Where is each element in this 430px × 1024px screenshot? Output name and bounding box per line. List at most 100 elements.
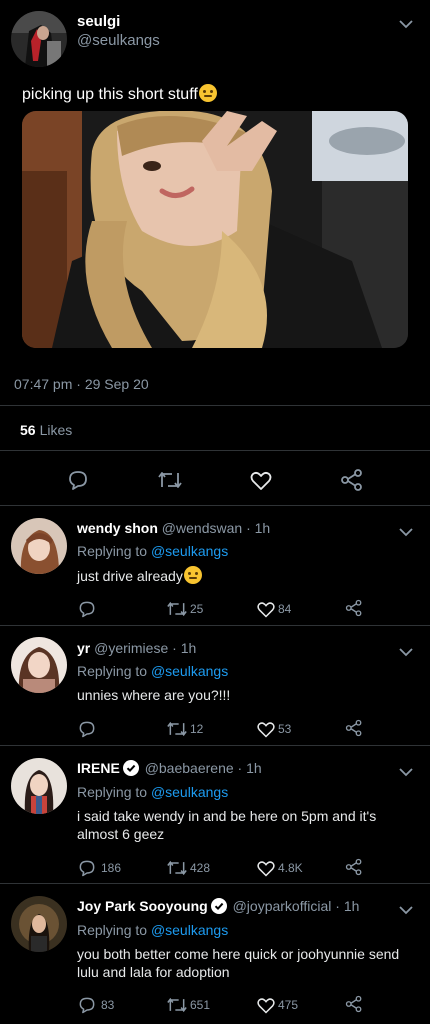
share-icon <box>341 469 362 491</box>
tweet-text: picking up this short stuff <box>22 84 217 104</box>
reply-icon <box>79 721 95 738</box>
like-button[interactable]: 4.8K <box>256 858 303 878</box>
reply-tweet[interactable]: wendy shon @wendswan · 1h Replying to @s… <box>0 506 430 626</box>
reply-display-name[interactable]: wendy shon <box>77 520 158 536</box>
share-icon <box>345 995 362 1013</box>
retweet-button[interactable]: 428 <box>166 858 210 878</box>
retweet-icon <box>167 997 187 1013</box>
chevron-down-icon[interactable] <box>398 764 414 780</box>
chevron-down-icon[interactable] <box>398 16 414 32</box>
reply-tweet[interactable]: Joy Park Sooyoung @joyparkofficial · 1h … <box>0 884 430 1024</box>
share-button[interactable] <box>345 719 363 737</box>
replying-to-label: Replying to <box>77 922 148 938</box>
like-button[interactable]: 475 <box>256 995 298 1015</box>
share-button[interactable] <box>345 599 363 617</box>
avatar-joy[interactable] <box>11 896 67 952</box>
handle[interactable]: @seulkangs <box>77 32 160 49</box>
tweet-photo[interactable] <box>22 111 408 348</box>
tweet-text-content: picking up this short stuff <box>22 86 198 103</box>
reply-display-name[interactable]: IRENE <box>77 760 120 776</box>
avatar-wendy[interactable] <box>11 518 67 574</box>
display-name[interactable]: seulgi <box>77 13 120 30</box>
reply-header: Joy Park Sooyoung @joyparkofficial · 1h <box>77 898 359 914</box>
share-button[interactable] <box>345 858 363 876</box>
reply-button[interactable]: 186 <box>77 858 121 878</box>
replying-to: Replying to @seulkangs <box>77 784 228 800</box>
share-icon <box>345 719 362 737</box>
like-count: 475 <box>278 998 299 1012</box>
reply-button[interactable] <box>77 719 97 739</box>
reply-icon <box>79 601 95 618</box>
verified-badge-icon <box>122 760 139 776</box>
retweet-button[interactable]: 651 <box>166 995 210 1015</box>
reply-button[interactable]: 83 <box>77 995 114 1015</box>
reply-button[interactable] <box>66 468 90 492</box>
reply-header: IRENE @baebaerene · 1h <box>77 760 262 776</box>
divider <box>0 450 430 451</box>
eye-roll-emoji-icon <box>198 84 217 102</box>
confounded-emoji-icon <box>183 566 202 584</box>
reply-count: 83 <box>101 998 115 1012</box>
share-button[interactable] <box>345 995 363 1013</box>
retweet-icon <box>167 601 187 617</box>
main-tweet: seulgi @seulkangs picking up this short … <box>0 0 430 506</box>
like-button[interactable]: 84 <box>256 599 291 619</box>
chevron-down-icon[interactable] <box>398 524 414 540</box>
avatar-irene[interactable] <box>11 758 67 814</box>
like-button[interactable] <box>249 468 273 492</box>
reply-text: unnies where are you?!!! <box>77 687 231 703</box>
replying-to: Replying to @seulkangs <box>77 922 228 938</box>
like-icon <box>250 471 272 490</box>
replying-to-mention[interactable]: @seulkangs <box>151 663 228 679</box>
retweet-button[interactable]: 12 <box>166 719 203 739</box>
reply-tweet[interactable]: yr @yerimiese · 1h Replying to @seulkang… <box>0 626 430 746</box>
share-icon <box>345 858 362 876</box>
tweet-timestamp: 07:47 pm · 29 Sep 20 <box>14 376 149 392</box>
retweet-icon <box>158 472 182 488</box>
verified-badge-icon <box>210 898 227 914</box>
divider <box>0 405 430 406</box>
like-count: 4.8K <box>278 861 303 875</box>
reply-display-name[interactable]: Joy Park Sooyoung <box>77 898 208 914</box>
reply-display-name[interactable]: yr <box>77 640 90 656</box>
retweet-count: 428 <box>190 861 211 875</box>
retweet-icon <box>167 721 187 737</box>
replying-to-label: Replying to <box>77 784 148 800</box>
like-icon <box>257 722 275 738</box>
reply-time: · 1h <box>246 520 271 536</box>
reply-text-content: just drive already <box>77 568 183 584</box>
replying-to-mention[interactable]: @seulkangs <box>151 784 228 800</box>
reply-icon <box>79 997 95 1014</box>
replying-to: Replying to @seulkangs <box>77 663 228 679</box>
like-button[interactable]: 53 <box>256 719 291 739</box>
chevron-down-icon[interactable] <box>398 644 414 660</box>
reply-text: you both better come here quick or joohy… <box>77 946 400 980</box>
retweet-icon <box>167 860 187 876</box>
avatar-seulgi[interactable] <box>11 11 67 67</box>
share-icon <box>345 599 362 617</box>
reply-handle[interactable]: @baebaerene <box>145 760 234 776</box>
reply-icon <box>69 471 87 490</box>
reply-handle[interactable]: @yerimiese <box>94 640 168 656</box>
retweet-count: 25 <box>190 602 204 616</box>
reply-handle[interactable]: @wendswan <box>162 520 242 536</box>
likes-summary[interactable]: 56 Likes <box>20 422 72 438</box>
share-button[interactable] <box>340 468 364 492</box>
reply-time: · 1h <box>335 898 360 914</box>
reply-button[interactable] <box>77 599 97 619</box>
replying-to-mention[interactable]: @seulkangs <box>151 543 228 559</box>
reply-text: just drive already <box>77 566 417 585</box>
replying-to: Replying to @seulkangs <box>77 543 228 559</box>
reply-tweet[interactable]: IRENE @baebaerene · 1h Replying to @seul… <box>0 746 430 884</box>
chevron-down-icon[interactable] <box>398 902 414 918</box>
replying-to-label: Replying to <box>77 663 148 679</box>
avatar-yr[interactable] <box>11 637 67 693</box>
reply-time: · 1h <box>237 760 262 776</box>
likes-count: 56 <box>20 422 36 438</box>
replying-to-mention[interactable]: @seulkangs <box>151 922 228 938</box>
retweet-button[interactable]: 25 <box>166 599 203 619</box>
retweet-count: 12 <box>190 722 204 736</box>
retweet-button[interactable] <box>157 468 183 492</box>
reply-handle[interactable]: @joyparkofficial <box>233 898 332 914</box>
reply-time: · 1h <box>172 640 197 656</box>
